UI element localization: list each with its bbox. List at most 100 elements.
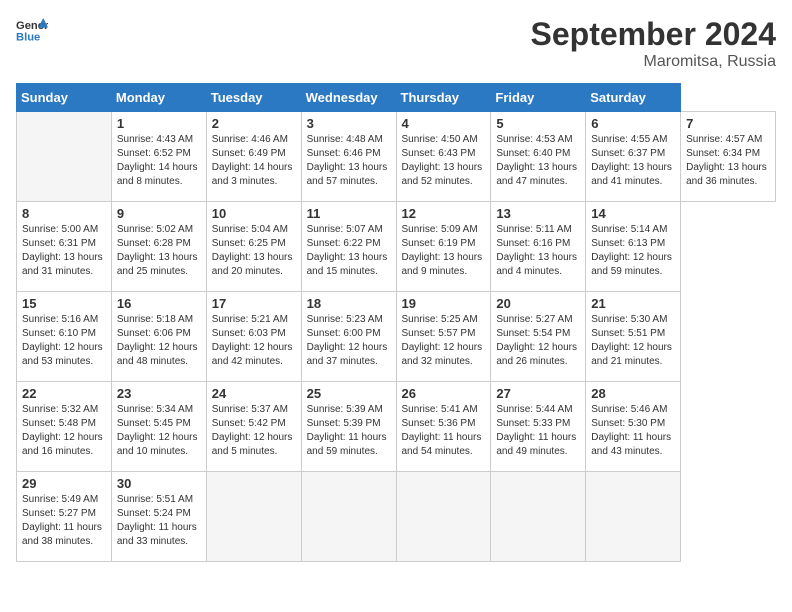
day-info: Sunrise: 5:04 AM Sunset: 6:25 PM Dayligh… xyxy=(212,223,296,279)
day-info: Sunrise: 5:09 AM Sunset: 6:19 PM Dayligh… xyxy=(402,223,486,279)
header-wednesday: Wednesday xyxy=(301,84,396,112)
day-number: 9 xyxy=(117,206,201,221)
header-tuesday: Tuesday xyxy=(206,84,301,112)
day-cell-28: 28 Sunrise: 5:46 AM Sunset: 5:30 PM Dayl… xyxy=(586,382,681,472)
month-title: September 2024 xyxy=(531,16,776,53)
day-number: 12 xyxy=(402,206,486,221)
day-info: Sunrise: 4:53 AM Sunset: 6:40 PM Dayligh… xyxy=(496,133,580,189)
day-cell-6: 6 Sunrise: 4:55 AM Sunset: 6:37 PM Dayli… xyxy=(586,112,681,202)
day-number: 30 xyxy=(117,476,201,491)
day-cell-29: 29 Sunrise: 5:49 AM Sunset: 5:27 PM Dayl… xyxy=(17,472,112,562)
day-info: Sunrise: 5:16 AM Sunset: 6:10 PM Dayligh… xyxy=(22,313,106,369)
calendar-week-0: 1 Sunrise: 4:43 AM Sunset: 6:52 PM Dayli… xyxy=(17,112,776,202)
day-number: 5 xyxy=(496,116,580,131)
empty-cell xyxy=(206,472,301,562)
day-info: Sunrise: 4:46 AM Sunset: 6:49 PM Dayligh… xyxy=(212,133,296,189)
day-info: Sunrise: 5:25 AM Sunset: 5:57 PM Dayligh… xyxy=(402,313,486,369)
location: Maromitsa, Russia xyxy=(531,53,776,71)
day-number: 25 xyxy=(307,386,391,401)
day-number: 15 xyxy=(22,296,106,311)
day-cell-8: 8 Sunrise: 5:00 AM Sunset: 6:31 PM Dayli… xyxy=(17,202,112,292)
day-cell-19: 19 Sunrise: 5:25 AM Sunset: 5:57 PM Dayl… xyxy=(396,292,491,382)
day-info: Sunrise: 5:27 AM Sunset: 5:54 PM Dayligh… xyxy=(496,313,580,369)
day-number: 8 xyxy=(22,206,106,221)
day-number: 13 xyxy=(496,206,580,221)
day-info: Sunrise: 5:49 AM Sunset: 5:27 PM Dayligh… xyxy=(22,493,106,549)
day-cell-25: 25 Sunrise: 5:39 AM Sunset: 5:39 PM Dayl… xyxy=(301,382,396,472)
day-info: Sunrise: 4:55 AM Sunset: 6:37 PM Dayligh… xyxy=(591,133,675,189)
day-info: Sunrise: 5:23 AM Sunset: 6:00 PM Dayligh… xyxy=(307,313,391,369)
day-info: Sunrise: 5:51 AM Sunset: 5:24 PM Dayligh… xyxy=(117,493,201,549)
page-header: General Blue September 2024 Maromitsa, R… xyxy=(16,16,776,71)
day-cell-9: 9 Sunrise: 5:02 AM Sunset: 6:28 PM Dayli… xyxy=(111,202,206,292)
day-number: 3 xyxy=(307,116,391,131)
empty-cell xyxy=(396,472,491,562)
title-block: September 2024 Maromitsa, Russia xyxy=(531,16,776,71)
day-info: Sunrise: 5:39 AM Sunset: 5:39 PM Dayligh… xyxy=(307,403,391,459)
day-number: 18 xyxy=(307,296,391,311)
day-number: 7 xyxy=(686,116,770,131)
day-info: Sunrise: 4:50 AM Sunset: 6:43 PM Dayligh… xyxy=(402,133,486,189)
day-info: Sunrise: 5:02 AM Sunset: 6:28 PM Dayligh… xyxy=(117,223,201,279)
day-number: 28 xyxy=(591,386,675,401)
day-number: 14 xyxy=(591,206,675,221)
day-cell-11: 11 Sunrise: 5:07 AM Sunset: 6:22 PM Dayl… xyxy=(301,202,396,292)
day-cell-27: 27 Sunrise: 5:44 AM Sunset: 5:33 PM Dayl… xyxy=(491,382,586,472)
day-cell-12: 12 Sunrise: 5:09 AM Sunset: 6:19 PM Dayl… xyxy=(396,202,491,292)
day-info: Sunrise: 5:32 AM Sunset: 5:48 PM Dayligh… xyxy=(22,403,106,459)
day-cell-30: 30 Sunrise: 5:51 AM Sunset: 5:24 PM Dayl… xyxy=(111,472,206,562)
empty-cell xyxy=(301,472,396,562)
day-cell-1: 1 Sunrise: 4:43 AM Sunset: 6:52 PM Dayli… xyxy=(111,112,206,202)
day-info: Sunrise: 5:11 AM Sunset: 6:16 PM Dayligh… xyxy=(496,223,580,279)
header-friday: Friday xyxy=(491,84,586,112)
day-number: 4 xyxy=(402,116,486,131)
day-cell-23: 23 Sunrise: 5:34 AM Sunset: 5:45 PM Dayl… xyxy=(111,382,206,472)
day-cell-24: 24 Sunrise: 5:37 AM Sunset: 5:42 PM Dayl… xyxy=(206,382,301,472)
header-sunday: Sunday xyxy=(17,84,112,112)
day-cell-16: 16 Sunrise: 5:18 AM Sunset: 6:06 PM Dayl… xyxy=(111,292,206,382)
day-number: 2 xyxy=(212,116,296,131)
day-number: 11 xyxy=(307,206,391,221)
day-cell-21: 21 Sunrise: 5:30 AM Sunset: 5:51 PM Dayl… xyxy=(586,292,681,382)
calendar-week-2: 15 Sunrise: 5:16 AM Sunset: 6:10 PM Dayl… xyxy=(17,292,776,382)
calendar-table: SundayMondayTuesdayWednesdayThursdayFrid… xyxy=(16,83,776,562)
day-number: 24 xyxy=(212,386,296,401)
header-thursday: Thursday xyxy=(396,84,491,112)
day-info: Sunrise: 5:46 AM Sunset: 5:30 PM Dayligh… xyxy=(591,403,675,459)
empty-cell xyxy=(17,112,112,202)
day-cell-20: 20 Sunrise: 5:27 AM Sunset: 5:54 PM Dayl… xyxy=(491,292,586,382)
day-info: Sunrise: 5:00 AM Sunset: 6:31 PM Dayligh… xyxy=(22,223,106,279)
day-info: Sunrise: 5:41 AM Sunset: 5:36 PM Dayligh… xyxy=(402,403,486,459)
day-cell-26: 26 Sunrise: 5:41 AM Sunset: 5:36 PM Dayl… xyxy=(396,382,491,472)
empty-cell xyxy=(491,472,586,562)
day-info: Sunrise: 5:18 AM Sunset: 6:06 PM Dayligh… xyxy=(117,313,201,369)
day-number: 10 xyxy=(212,206,296,221)
day-cell-14: 14 Sunrise: 5:14 AM Sunset: 6:13 PM Dayl… xyxy=(586,202,681,292)
header-monday: Monday xyxy=(111,84,206,112)
day-number: 19 xyxy=(402,296,486,311)
day-number: 17 xyxy=(212,296,296,311)
calendar-week-1: 8 Sunrise: 5:00 AM Sunset: 6:31 PM Dayli… xyxy=(17,202,776,292)
day-number: 21 xyxy=(591,296,675,311)
day-cell-2: 2 Sunrise: 4:46 AM Sunset: 6:49 PM Dayli… xyxy=(206,112,301,202)
day-number: 26 xyxy=(402,386,486,401)
calendar-header-row: SundayMondayTuesdayWednesdayThursdayFrid… xyxy=(17,84,776,112)
calendar-week-3: 22 Sunrise: 5:32 AM Sunset: 5:48 PM Dayl… xyxy=(17,382,776,472)
day-number: 6 xyxy=(591,116,675,131)
day-info: Sunrise: 4:57 AM Sunset: 6:34 PM Dayligh… xyxy=(686,133,770,189)
day-cell-7: 7 Sunrise: 4:57 AM Sunset: 6:34 PM Dayli… xyxy=(681,112,776,202)
day-info: Sunrise: 4:43 AM Sunset: 6:52 PM Dayligh… xyxy=(117,133,201,189)
day-info: Sunrise: 5:07 AM Sunset: 6:22 PM Dayligh… xyxy=(307,223,391,279)
logo-icon: General Blue xyxy=(16,16,48,44)
calendar-week-4: 29 Sunrise: 5:49 AM Sunset: 5:27 PM Dayl… xyxy=(17,472,776,562)
day-info: Sunrise: 4:48 AM Sunset: 6:46 PM Dayligh… xyxy=(307,133,391,189)
day-cell-3: 3 Sunrise: 4:48 AM Sunset: 6:46 PM Dayli… xyxy=(301,112,396,202)
day-number: 22 xyxy=(22,386,106,401)
day-cell-4: 4 Sunrise: 4:50 AM Sunset: 6:43 PM Dayli… xyxy=(396,112,491,202)
day-info: Sunrise: 5:37 AM Sunset: 5:42 PM Dayligh… xyxy=(212,403,296,459)
svg-text:Blue: Blue xyxy=(16,31,40,43)
day-number: 23 xyxy=(117,386,201,401)
day-cell-17: 17 Sunrise: 5:21 AM Sunset: 6:03 PM Dayl… xyxy=(206,292,301,382)
day-cell-18: 18 Sunrise: 5:23 AM Sunset: 6:00 PM Dayl… xyxy=(301,292,396,382)
header-saturday: Saturday xyxy=(586,84,681,112)
